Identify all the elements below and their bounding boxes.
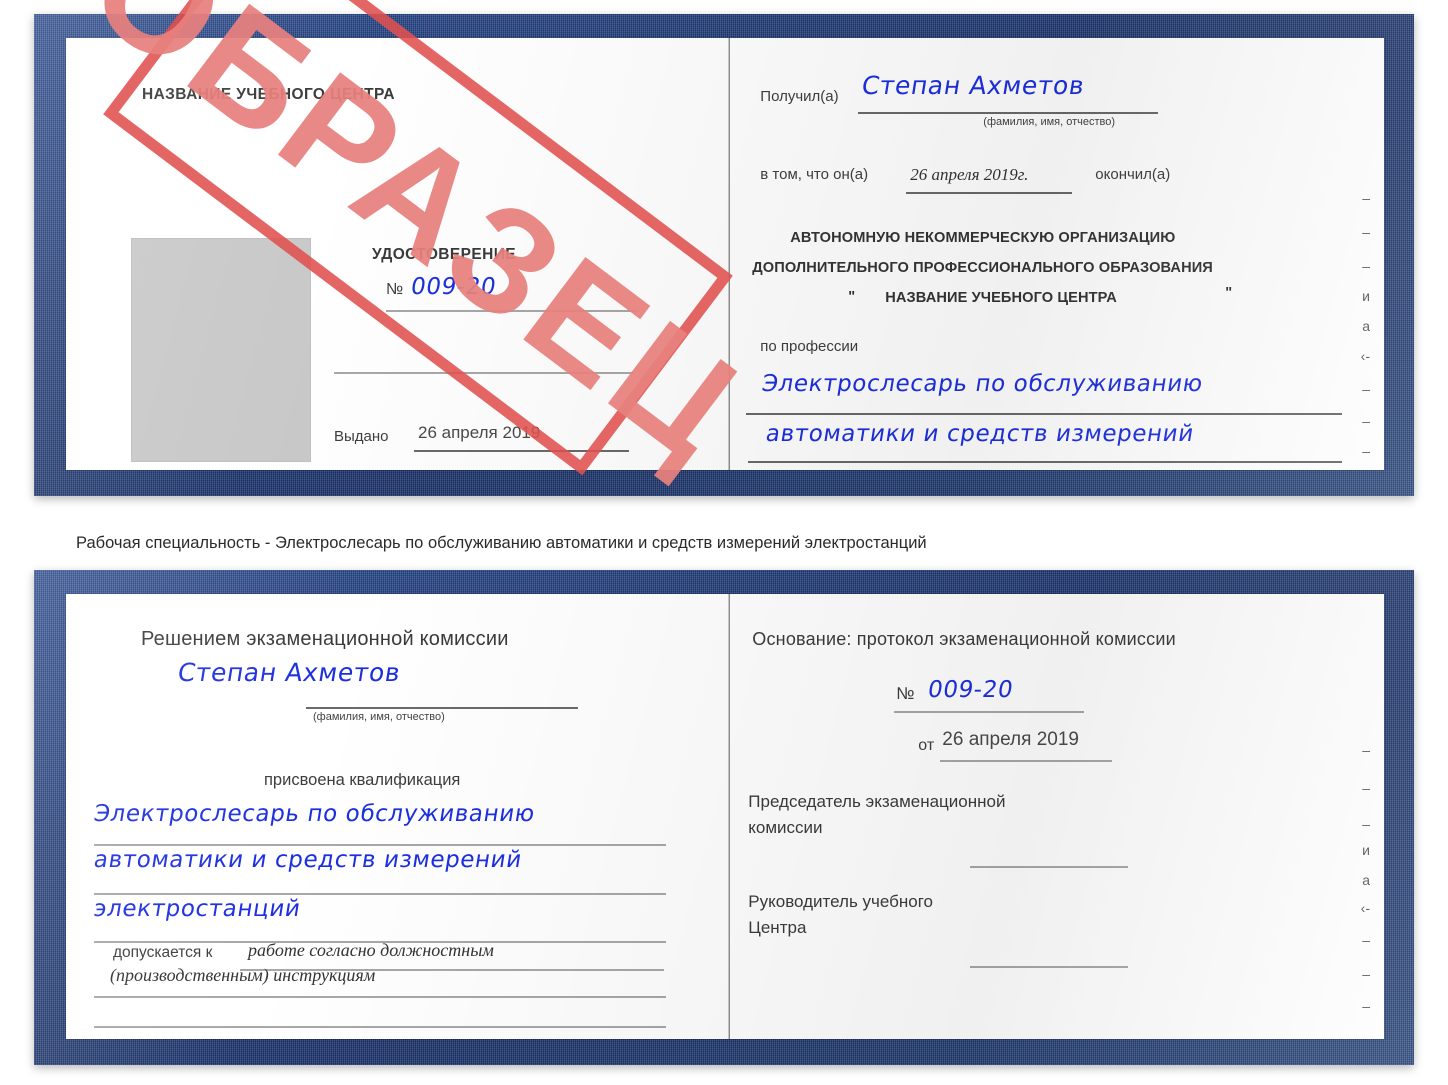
received-name: Степан Ахметов <box>859 71 1088 100</box>
head-line-2: Центра <box>748 918 807 937</box>
in-that-label: в том, что он(а) <box>760 166 869 183</box>
qualification-line-1: Электрослесарь по обслуживанию <box>91 801 537 827</box>
edge-mark: – <box>1362 998 1370 1014</box>
profession-line-2: автоматики и средств измерений <box>764 421 1197 447</box>
edge-mark: а <box>1362 872 1370 888</box>
photo-placeholder <box>131 238 311 462</box>
page-caption: Рабочая специальность - Электрослесарь п… <box>76 534 927 552</box>
commission-decision-header: Решением экзаменационной комиссии <box>141 628 509 650</box>
received-rule <box>858 112 1159 114</box>
admitted-line-2: (производственным) инструкциям <box>110 965 376 985</box>
qualification-rule-2 <box>94 893 666 895</box>
bottom-left-page: Решением экзаменационной комиссии Степан… <box>66 594 728 1039</box>
edge-mark: – <box>1362 258 1370 274</box>
edge-mark: – <box>1362 780 1370 796</box>
recipient-name-rule <box>306 707 578 709</box>
number-label: № <box>386 281 404 298</box>
org-quote-close: " <box>1225 285 1233 301</box>
org-line-3: НАЗВАНИЕ УЧЕБНОГО ЦЕНТРА <box>885 290 1117 306</box>
edge-mark: – <box>1362 1030 1370 1039</box>
protocol-number-rule <box>894 711 1085 713</box>
chairman-line-1: Председатель экзаменационной <box>748 792 1006 811</box>
edge-mark: ‹- <box>1360 348 1370 364</box>
edge-mark: и <box>1362 842 1370 858</box>
profession-line-3: электростанций <box>760 468 971 470</box>
number-rule <box>386 310 636 312</box>
qualification-rule-1 <box>94 844 666 846</box>
basis-label: Основание: протокол экзаменационной коми… <box>752 629 1176 649</box>
certificate-bottom-pages: Решением экзаменационной комиссии Степан… <box>66 594 1384 1039</box>
protocol-date-rule <box>940 760 1113 762</box>
top-left-page: НАЗВАНИЕ УЧЕБНОГО ЦЕНТРА УДОСТОВЕРЕНИЕ №… <box>66 38 728 470</box>
edge-mark: – <box>1362 816 1370 832</box>
org-quote-open: " <box>848 289 856 305</box>
received-label: Получил(а) <box>760 88 839 105</box>
bottom-right-page: Основание: протокол экзаменационной коми… <box>730 594 1384 1039</box>
admitted-label: допускается к <box>113 944 213 961</box>
edge-mark: – <box>1362 381 1370 397</box>
recipient-name: Степан Ахметов <box>175 658 403 687</box>
head-signature-rule <box>970 966 1129 968</box>
chairman-line-2: комиссии <box>748 818 823 837</box>
name-hint: (фамилия, имя, отчество) <box>983 116 1116 128</box>
finished-label: окончил(а) <box>1095 166 1171 183</box>
blank-rule-1 <box>334 372 634 374</box>
chairman-signature-rule <box>970 866 1129 868</box>
protocol-date-value: 26 апреля 2019 <box>942 729 1079 750</box>
training-center-header: НАЗВАНИЕ УЧЕБНОГО ЦЕНТРА <box>142 86 395 103</box>
completion-date: 26 апреля 2019г. <box>910 165 1029 184</box>
edge-mark: – <box>1362 932 1370 948</box>
protocol-number-label: № <box>896 684 915 703</box>
edge-mark: – <box>1362 224 1370 240</box>
edge-mark: – <box>1362 966 1370 982</box>
profession-rule-2 <box>748 461 1343 463</box>
profession-label: по профессии <box>760 338 859 355</box>
edge-mark: а <box>1362 318 1370 334</box>
top-right-page: Получил(а) Степан Ахметов (фамилия, имя,… <box>730 38 1384 470</box>
edge-mark: – <box>1362 443 1370 459</box>
edge-mark: – <box>1362 742 1370 758</box>
certificate-bottom: Решением экзаменационной комиссии Степан… <box>34 570 1414 1065</box>
issued-rule <box>414 450 629 452</box>
qualification-line-2: автоматики и средств измерений <box>91 847 524 873</box>
issued-label: Выдано <box>334 428 389 445</box>
certificate-number: 009-20 <box>408 274 499 300</box>
org-line-2: ДОПОЛНИТЕЛЬНОГО ПРОФЕССИОНАЛЬНОГО ОБРАЗО… <box>752 260 1213 276</box>
admitted-rule-2 <box>94 996 666 998</box>
admitted-line-1: работе согласно должностным <box>248 940 494 960</box>
org-line-1: АВТОНОМНУЮ НЕКОММЕРЧЕСКУЮ ОРГАНИЗАЦИЮ <box>790 230 1176 246</box>
completion-rule <box>906 192 1073 194</box>
admitted-rule-3 <box>94 1026 666 1028</box>
edge-mark: – <box>1362 413 1370 429</box>
profession-line-1: Электрослесарь по обслуживанию <box>760 371 1206 397</box>
edge-mark: – <box>1362 190 1370 206</box>
head-line-1: Руководитель учебного <box>748 892 934 911</box>
certificate-top: НАЗВАНИЕ УЧЕБНОГО ЦЕНТРА УДОСТОВЕРЕНИЕ №… <box>34 14 1414 496</box>
certificate-top-pages: НАЗВАНИЕ УЧЕБНОГО ЦЕНТРА УДОСТОВЕРЕНИЕ №… <box>66 38 1384 470</box>
qualification-line-3: электростанций <box>91 896 303 922</box>
name-hint: (фамилия, имя, отчество) <box>313 711 445 723</box>
issued-date: 26 апреля 2019 <box>418 423 541 442</box>
edge-mark: ‹- <box>1360 900 1370 916</box>
profession-rule-1 <box>746 413 1343 415</box>
protocol-date-label: от <box>918 737 935 754</box>
certificate-title: УДОСТОВЕРЕНИЕ <box>372 246 516 263</box>
edge-mark: и <box>1362 288 1370 304</box>
protocol-number-value: 009-20 <box>926 677 1016 703</box>
qualification-label: присвоена квалификация <box>264 771 461 789</box>
